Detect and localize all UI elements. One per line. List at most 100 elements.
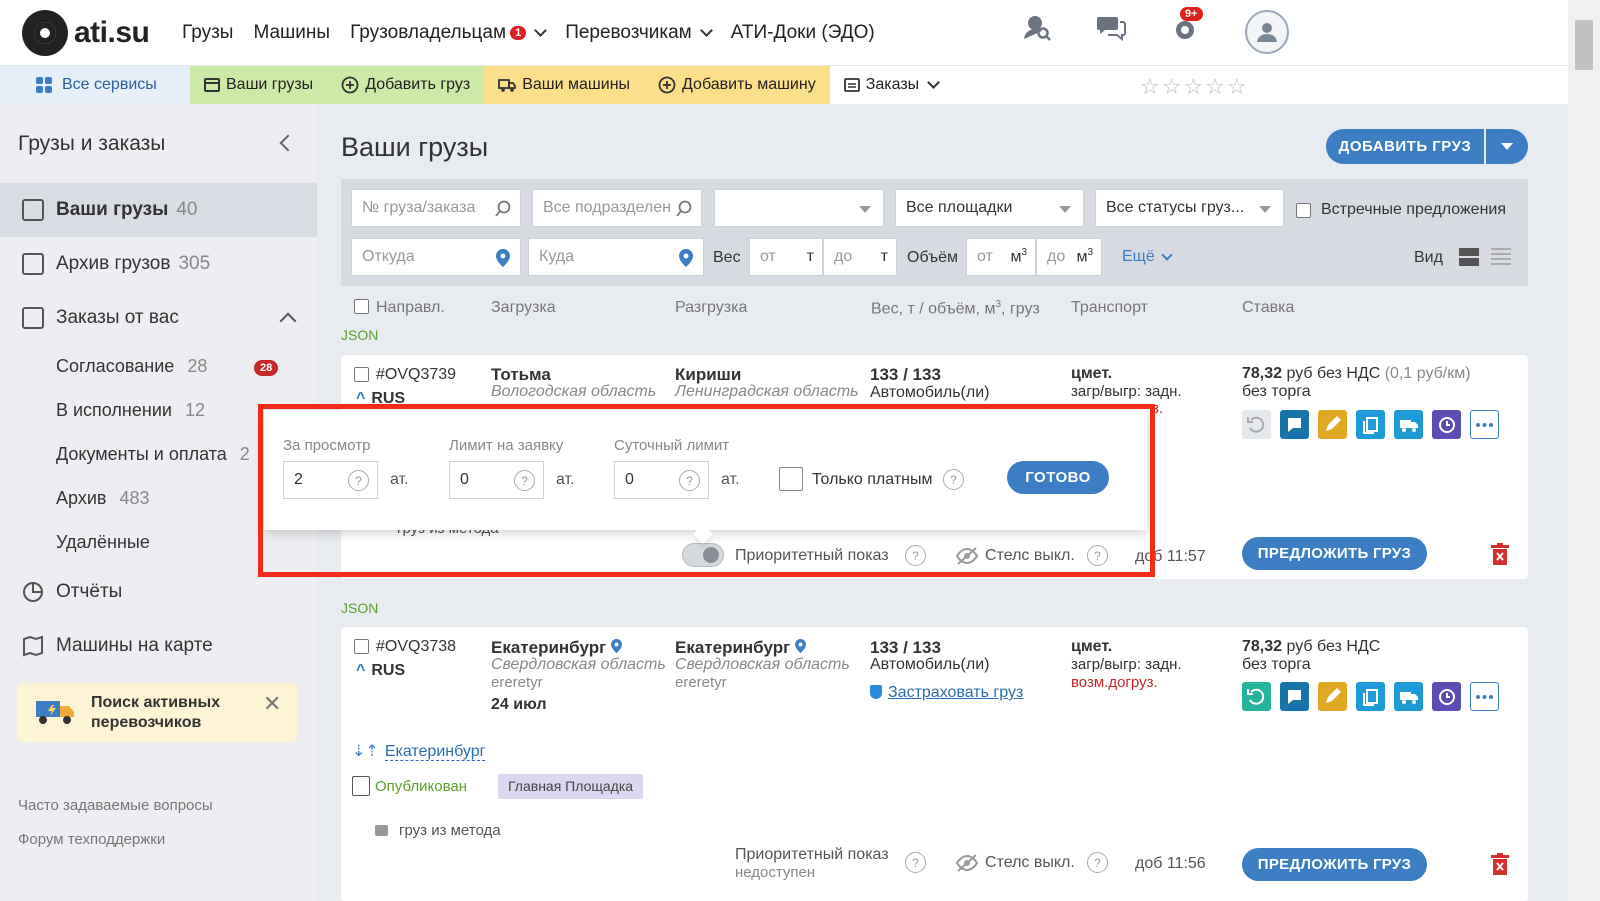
promo-banner[interactable]: Поиск активных перевозчиков ✕ bbox=[18, 683, 297, 742]
cargo-number[interactable]: #OVQ3739 bbox=[376, 366, 456, 384]
column-unloading[interactable]: Разгрузка bbox=[675, 299, 747, 317]
route-city[interactable]: ⇣⇡ Екатеринбург bbox=[352, 741, 486, 761]
add-cargo-link[interactable]: Добавить груз bbox=[327, 66, 485, 104]
orders-menu[interactable]: Заказы bbox=[829, 66, 953, 104]
sidebar-subitem-approval[interactable]: Согласование 28 bbox=[56, 356, 207, 377]
logo[interactable]: ati.su bbox=[22, 9, 182, 56]
subitem-label: Архив bbox=[56, 488, 107, 508]
collapse-sidebar-icon[interactable] bbox=[279, 134, 297, 152]
location-pin-icon bbox=[679, 249, 693, 267]
cargo-number-input[interactable]: № груза/заказа bbox=[351, 189, 521, 227]
platform-select[interactable]: Все площадки bbox=[895, 189, 1084, 227]
transport-loading: загр/выгр: задн. bbox=[1071, 656, 1182, 673]
weight-from-input[interactable]: от т bbox=[749, 238, 823, 276]
column-transport[interactable]: Транспорт bbox=[1071, 299, 1148, 317]
sidebar-item-map[interactable]: Машины на карте bbox=[0, 619, 317, 673]
column-rate[interactable]: Ставка bbox=[1242, 299, 1294, 317]
edit-button[interactable] bbox=[1318, 682, 1347, 711]
sidebar-item-your-orders[interactable]: Заказы от вас bbox=[0, 291, 317, 345]
location-pin-icon[interactable] bbox=[794, 639, 806, 653]
user-search-icon[interactable] bbox=[1022, 12, 1052, 42]
volume-from-input[interactable]: от м3 bbox=[966, 238, 1036, 276]
history-button[interactable] bbox=[1432, 682, 1461, 711]
more-actions-button[interactable] bbox=[1470, 682, 1499, 711]
more-filters-link[interactable]: Ещё bbox=[1122, 248, 1173, 266]
from-input[interactable]: Откуда bbox=[351, 238, 521, 276]
sidebar-item-cargo-archive[interactable]: Архив грузов 305 bbox=[0, 237, 317, 291]
forum-link[interactable]: Форум техподдержки bbox=[18, 831, 165, 848]
status-badge: Опубликован bbox=[375, 778, 468, 795]
find-truck-button[interactable] bbox=[1394, 410, 1423, 439]
all-services-link[interactable]: Все сервисы bbox=[0, 66, 190, 104]
copy-button[interactable] bbox=[1356, 682, 1385, 711]
add-cargo-dropdown-button[interactable] bbox=[1486, 129, 1528, 164]
chevron-up-icon[interactable]: ^ bbox=[356, 662, 365, 679]
avatar[interactable] bbox=[1245, 10, 1289, 54]
edit-button[interactable] bbox=[1318, 410, 1347, 439]
row-checkbox[interactable] bbox=[354, 367, 369, 382]
rating-stars[interactable]: ☆☆☆☆☆ bbox=[1140, 74, 1249, 100]
help-icon[interactable]: ? bbox=[905, 852, 926, 873]
sidebar-subitem-in-progress[interactable]: В исполнении 12 bbox=[56, 400, 205, 421]
nav-ati-docs[interactable]: АТИ-Доки (ЭДО) bbox=[731, 22, 875, 44]
scrollbar-thumb[interactable] bbox=[1575, 20, 1593, 70]
add-cargo-button[interactable]: ДОБАВИТЬ ГРУЗ bbox=[1326, 129, 1484, 164]
column-direction[interactable]: Направл. bbox=[376, 299, 445, 317]
copy-button[interactable] bbox=[1356, 410, 1385, 439]
select-all-checkbox[interactable] bbox=[354, 299, 369, 314]
comment-button[interactable] bbox=[1280, 682, 1309, 711]
close-icon[interactable]: ✕ bbox=[263, 691, 281, 717]
restore-button[interactable] bbox=[1242, 682, 1271, 711]
location-pin-icon[interactable] bbox=[610, 639, 622, 653]
chat-icon[interactable] bbox=[1096, 12, 1126, 42]
rate-value: 78,32 bbox=[1242, 365, 1283, 382]
offer-cargo-button[interactable]: ПРЕДЛОЖИТЬ ГРУЗ bbox=[1242, 848, 1427, 881]
sidebar-subitem-deleted[interactable]: Удалённые bbox=[56, 532, 150, 553]
volume-to-input[interactable]: до м3 bbox=[1036, 238, 1102, 276]
view-list-icon[interactable] bbox=[1491, 248, 1511, 266]
division-input[interactable]: Все подразделен bbox=[532, 189, 702, 227]
sidebar-item-your-cargo[interactable]: Ваши грузы 40 bbox=[0, 183, 317, 237]
your-cargo-link[interactable]: Ваши грузы bbox=[190, 66, 328, 104]
status-select[interactable]: Все статусы груз... bbox=[1095, 189, 1284, 227]
more-label: Ещё bbox=[1122, 248, 1155, 265]
more-actions-button[interactable] bbox=[1470, 410, 1499, 439]
column-weight[interactable]: Вес, т / объём, м3, груз bbox=[871, 299, 1040, 318]
nav-carriers[interactable]: Перевозчикам bbox=[565, 22, 713, 44]
eye-off-icon[interactable] bbox=[955, 854, 979, 872]
cargo-number[interactable]: #OVQ3738 bbox=[376, 638, 456, 656]
weight-label: Вес bbox=[713, 249, 741, 266]
help-icon[interactable]: ? bbox=[1087, 852, 1108, 873]
history-button[interactable] bbox=[1432, 410, 1461, 439]
restore-button[interactable] bbox=[1242, 410, 1271, 439]
chevron-up-icon[interactable] bbox=[279, 312, 297, 330]
route-arrows-icon: ⇣⇡ bbox=[352, 743, 379, 760]
notifications-icon[interactable]: 9+ bbox=[1170, 7, 1203, 42]
row-checkbox[interactable] bbox=[354, 639, 369, 654]
nav-cargo[interactable]: Грузы bbox=[182, 22, 233, 44]
sidebar-subitem-archive[interactable]: Архив 483 bbox=[56, 488, 150, 509]
trash-icon[interactable] bbox=[1491, 853, 1509, 875]
country: ^ RUS bbox=[356, 662, 405, 680]
to-input[interactable]: Куда bbox=[528, 238, 704, 276]
add-truck-link[interactable]: Добавить машину bbox=[644, 66, 830, 104]
view-cards-icon[interactable] bbox=[1459, 248, 1479, 266]
page-scrollbar[interactable] bbox=[1568, 0, 1600, 901]
placeholder: до bbox=[1047, 248, 1066, 265]
checkbox[interactable] bbox=[1296, 202, 1311, 218]
insure-link[interactable]: Застраховать груз bbox=[870, 684, 1023, 702]
offer-cargo-button[interactable]: ПРЕДЛОЖИТЬ ГРУЗ bbox=[1242, 537, 1427, 570]
faq-link[interactable]: Часто задаваемые вопросы bbox=[18, 797, 213, 814]
sidebar-subitem-docs-payment[interactable]: Документы и оплата 2 bbox=[56, 444, 250, 465]
comment-button[interactable] bbox=[1280, 410, 1309, 439]
find-truck-button[interactable] bbox=[1394, 682, 1423, 711]
counter-offers-checkbox[interactable]: Встречные предложения bbox=[1296, 201, 1506, 219]
trash-icon[interactable] bbox=[1491, 543, 1509, 565]
subitem-count: 483 bbox=[119, 488, 150, 508]
nav-shippers[interactable]: Грузовладельцам 1 bbox=[350, 22, 548, 44]
weight-to-input[interactable]: до т bbox=[823, 238, 897, 276]
empty-select[interactable] bbox=[714, 189, 884, 227]
your-trucks-link[interactable]: Ваши машины bbox=[484, 66, 645, 104]
column-loading[interactable]: Загрузка bbox=[491, 299, 556, 317]
nav-trucks[interactable]: Машины bbox=[253, 22, 330, 44]
